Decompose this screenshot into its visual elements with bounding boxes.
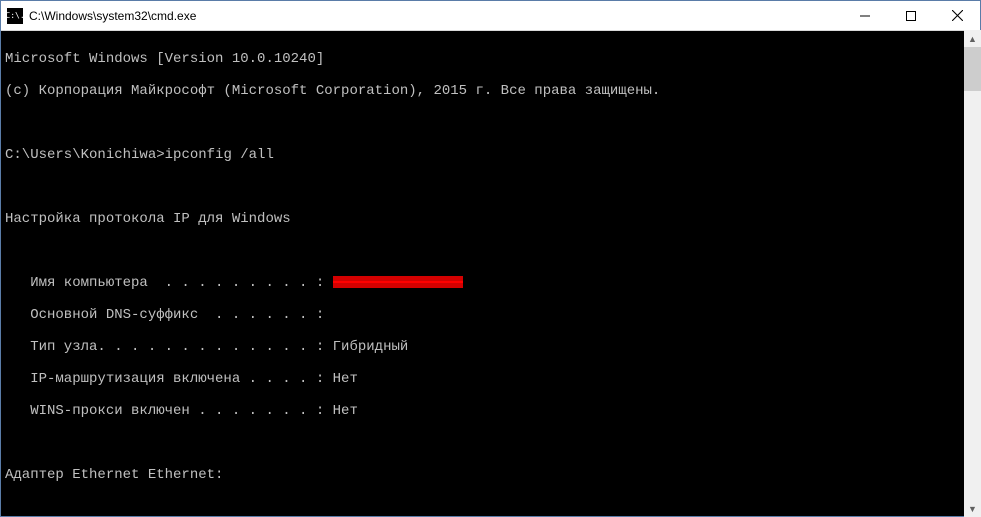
blank-line: [5, 435, 978, 451]
blank-line: [5, 179, 978, 195]
scroll-up-button[interactable]: ▲: [964, 30, 981, 47]
command-text: ipconfig /all: [165, 147, 274, 163]
prompt-line: C:\Users\Konichiwa>ipconfig /all: [5, 147, 978, 163]
output-line: (с) Корпорация Майкрософт (Microsoft Cor…: [5, 83, 978, 99]
maximize-button[interactable]: [888, 1, 934, 30]
scroll-thumb[interactable]: [964, 47, 981, 91]
section-title: Настройка протокола IP для Windows: [5, 211, 978, 227]
output-line: IP-маршрутизация включена . . . . : Нет: [5, 371, 978, 387]
close-button[interactable]: [934, 1, 980, 30]
output-line: WINS-прокси включен . . . . . . . : Нет: [5, 403, 978, 419]
redacted-hostname: [333, 276, 463, 288]
output-line: Тип узла. . . . . . . . . . . . . : Гибр…: [5, 339, 978, 355]
prompt: C:\Users\Konichiwa>: [5, 147, 165, 163]
vertical-scrollbar[interactable]: ▲ ▼: [964, 30, 981, 517]
output-line: Microsoft Windows [Version 10.0.10240]: [5, 51, 978, 67]
minimize-button[interactable]: [842, 1, 888, 30]
blank-line: [5, 243, 978, 259]
scroll-down-button[interactable]: ▼: [964, 500, 981, 517]
blank-line: [5, 115, 978, 131]
console-area[interactable]: Microsoft Windows [Version 10.0.10240] (…: [1, 31, 980, 516]
titlebar[interactable]: C:\. C:\Windows\system32\cmd.exe: [1, 1, 980, 31]
output-line: Основной DNS-суффикс . . . . . . :: [5, 307, 978, 323]
cmd-icon: C:\.: [7, 8, 23, 24]
scroll-track[interactable]: [964, 47, 981, 500]
output-line: Имя компьютера . . . . . . . . . :: [5, 275, 978, 291]
adapter-title: Адаптер Ethernet Ethernet:: [5, 467, 978, 483]
blank-line: [5, 499, 978, 515]
window-title: C:\Windows\system32\cmd.exe: [29, 9, 842, 23]
window-buttons: [842, 1, 980, 30]
